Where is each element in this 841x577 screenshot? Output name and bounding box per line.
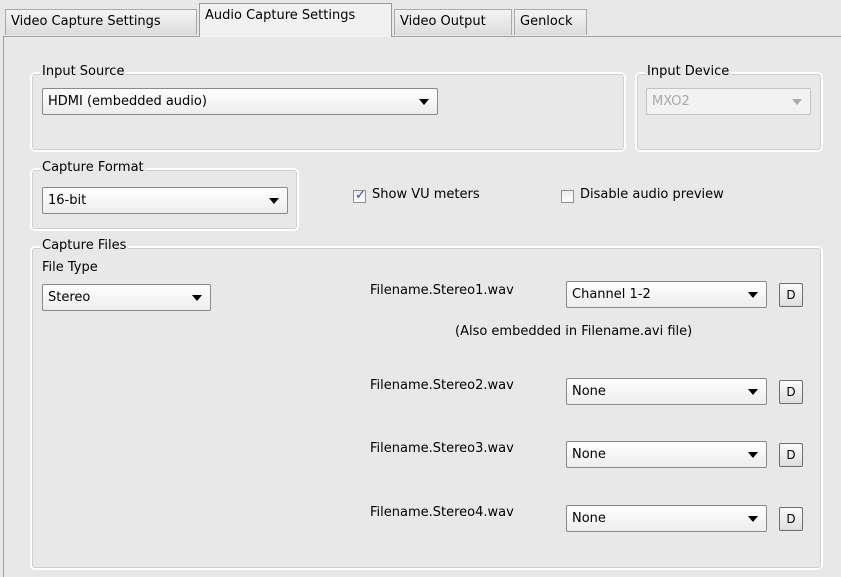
chevron-down-icon (748, 389, 758, 395)
chevron-down-icon (192, 295, 202, 301)
capture-format-legend: Capture Format (40, 160, 146, 175)
channel-dropdown[interactable]: None (566, 441, 767, 468)
disable-audio-preview-label: Disable audio preview (580, 187, 724, 202)
file-type-dropdown[interactable]: Stereo (42, 284, 211, 311)
capture-format-dropdown[interactable]: 16-bit (42, 187, 288, 214)
input-source-dropdown[interactable]: HDMI (embedded audio) (42, 88, 438, 115)
channel-dropdown[interactable]: Channel 1-2 (566, 281, 767, 308)
chevron-down-icon (269, 198, 279, 204)
d-button[interactable]: D (779, 443, 803, 467)
d-button[interactable]: D (779, 380, 803, 404)
input-source-legend: Input Source (40, 64, 127, 79)
tab-strip: Video Capture Settings Audio Capture Set… (0, 0, 841, 38)
channel-value: None (572, 511, 606, 526)
chevron-down-icon (748, 452, 758, 458)
input-device-dropdown: MXO2 (646, 88, 811, 115)
tab-video-capture-settings[interactable]: Video Capture Settings (5, 9, 197, 35)
checkmark-icon: ✓ (355, 188, 366, 203)
capture-file-name: Filename.Stereo1.wav (370, 283, 514, 298)
channel-dropdown[interactable]: None (566, 505, 767, 532)
show-vu-meters-checkbox[interactable]: ✓ (353, 188, 366, 203)
capture-file-name: Filename.Stereo4.wav (370, 505, 514, 520)
capture-file-name: Filename.Stereo3.wav (370, 441, 514, 456)
file-type-value: Stereo (48, 290, 91, 305)
capture-files-legend: Capture Files (40, 238, 129, 253)
chevron-down-icon (748, 292, 758, 298)
show-vu-meters-label: Show VU meters (372, 187, 480, 202)
chevron-down-icon (419, 99, 429, 105)
d-button[interactable]: D (779, 283, 803, 307)
capture-format-value: 16-bit (48, 193, 87, 208)
tab-genlock[interactable]: Genlock (514, 9, 587, 35)
channel-value: None (572, 384, 606, 399)
channel-dropdown[interactable]: None (566, 378, 767, 405)
channel-value: None (572, 447, 606, 462)
d-button[interactable]: D (779, 507, 803, 531)
tab-video-output[interactable]: Video Output (394, 9, 512, 35)
embedded-note: (Also embedded in Filename.avi file) (455, 324, 693, 339)
chevron-down-icon (748, 516, 758, 522)
input-device-value: MXO2 (652, 94, 690, 109)
capture-file-name: Filename.Stereo2.wav (370, 378, 514, 393)
tab-audio-capture-settings[interactable]: Audio Capture Settings (199, 3, 392, 37)
input-device-legend: Input Device (645, 64, 732, 79)
input-source-value: HDMI (embedded audio) (48, 94, 207, 109)
disable-audio-preview-checkbox[interactable] (561, 190, 574, 203)
file-type-label: File Type (42, 260, 98, 275)
channel-value: Channel 1-2 (572, 287, 651, 302)
chevron-down-icon (792, 99, 802, 105)
